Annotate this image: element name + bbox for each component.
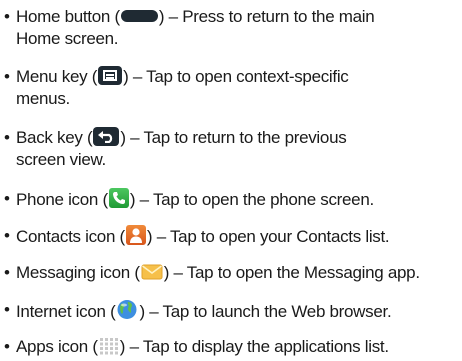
description-phone-icon: – Tap to open the phone screen. [135,190,375,209]
term-messaging-icon: Messaging icon [16,263,130,282]
bullet: • [4,189,10,208]
description-menu-key-cont: menus. [16,89,70,108]
back-key-icon [93,127,120,146]
menu-key-icon [98,66,123,85]
list-item-menu-key: • Menu key () – Tap to open context-spec… [4,66,349,108]
apps-icon [99,337,119,355]
contacts-icon [125,225,146,245]
term-apps-icon: Apps icon [16,337,88,356]
key-and-icon-list: • Home button () – Press to return to th… [0,0,462,360]
list-item-internet-icon: • Internet icon () – Tap to launch the W… [4,299,392,321]
bullet: • [4,337,10,356]
list-item-contacts-icon: • Contacts icon () – Tap to open your Co… [4,225,390,246]
bullet: • [4,67,10,86]
bullet: • [4,300,10,319]
term-contacts-icon: Contacts icon [16,227,116,246]
internet-icon [116,299,138,320]
bullet: • [4,263,10,282]
list-item-apps-icon: • Apps icon () – Tap to display the appl… [4,337,390,356]
description-messaging-icon: – Tap to open the Messaging app. [169,263,421,282]
description-contacts-icon: – Tap to open your Contacts list. [152,227,390,246]
phone-icon [108,188,129,208]
term-home-button: Home button [16,7,111,26]
description-internet-icon: – Tap to launch the Web browser. [144,302,392,321]
description-back-key: – Tap to return to the previous [125,128,347,147]
description-back-key-cont: screen view. [16,150,106,169]
bullet: • [4,7,10,26]
term-phone-icon: Phone icon [16,190,99,209]
list-item-phone-icon: • Phone icon () – Tap to open the phone … [4,188,375,209]
list-item-home-button: • Home button () – Press to return to th… [4,7,375,48]
term-back-key: Back key [16,128,83,147]
description-apps-icon: – Tap to display the applications list. [125,337,390,356]
bullet: • [4,226,10,245]
bullet: • [4,128,10,147]
description-home-button-cont: Home screen. [16,29,119,48]
term-internet-icon: Internet icon [16,302,106,321]
list-item-back-key: • Back key () – Tap to return to the pre… [4,127,347,169]
messaging-icon [141,263,163,281]
description-menu-key: – Tap to open context-specific [128,67,349,86]
list-item-messaging-icon: • Messaging icon () – Tap to open the Me… [4,263,421,282]
term-menu-key: Menu key [16,67,88,86]
description-home-button: – Press to return to the main [164,7,375,26]
home-button-icon [120,10,158,22]
